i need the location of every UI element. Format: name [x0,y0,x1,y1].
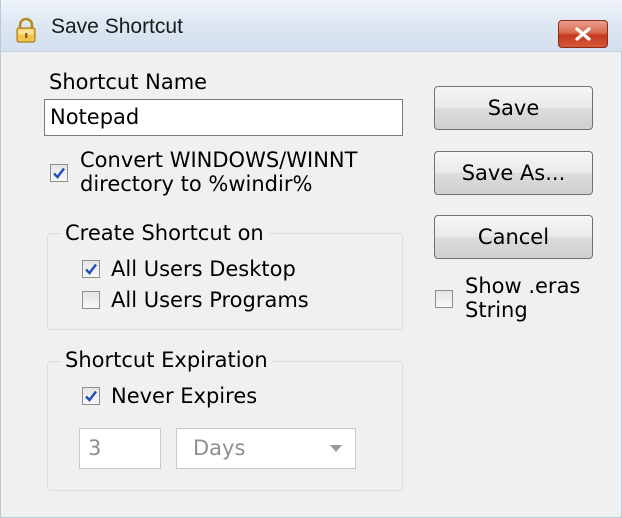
all-users-desktop-label: All Users Desktop [111,257,296,281]
close-button[interactable] [558,20,608,48]
close-x-icon [575,27,591,41]
all-users-programs-checkbox[interactable] [82,291,100,309]
create-shortcut-group-title: Create Shortcut on [61,221,268,245]
convert-windows-label-line2: directory to %windir% [80,172,313,196]
expiration-unit-select[interactable]: Days [176,428,356,469]
never-expires-checkbox[interactable] [82,387,100,405]
show-eras-label-line2: String [465,298,528,322]
all-users-programs-label: All Users Programs [111,288,309,312]
expiration-unit-value: Days [193,436,246,460]
save-button[interactable]: Save [434,86,593,130]
shortcut-name-label: Shortcut Name [49,70,208,94]
checkmark-icon [85,390,97,402]
show-eras-string-checkbox[interactable] [435,290,453,308]
cancel-button[interactable]: Cancel [434,215,593,259]
save-as-button[interactable]: Save As... [434,151,593,195]
window-title: Save Shortcut [51,15,183,38]
convert-windows-checkbox[interactable] [50,164,68,182]
create-shortcut-group [47,233,403,330]
all-users-desktop-checkbox[interactable] [82,260,100,278]
save-shortcut-dialog: Save Shortcut Shortcut Name Notepad Conv… [0,0,622,518]
checkmark-icon [85,263,97,275]
shortcut-name-input[interactable]: Notepad [44,99,403,136]
title-bar[interactable]: Save Shortcut [1,0,622,52]
shortcut-expiration-group [47,361,403,491]
lock-icon [16,17,36,43]
chevron-down-icon [330,445,342,452]
convert-windows-label-line1: Convert WINDOWS/WINNT [80,148,358,172]
never-expires-label: Never Expires [111,384,258,408]
expiration-count-input[interactable]: 3 [79,428,161,469]
show-eras-label-line1: Show .eras [465,274,581,298]
shortcut-expiration-group-title: Shortcut Expiration [61,348,272,372]
checkmark-icon [53,167,65,179]
